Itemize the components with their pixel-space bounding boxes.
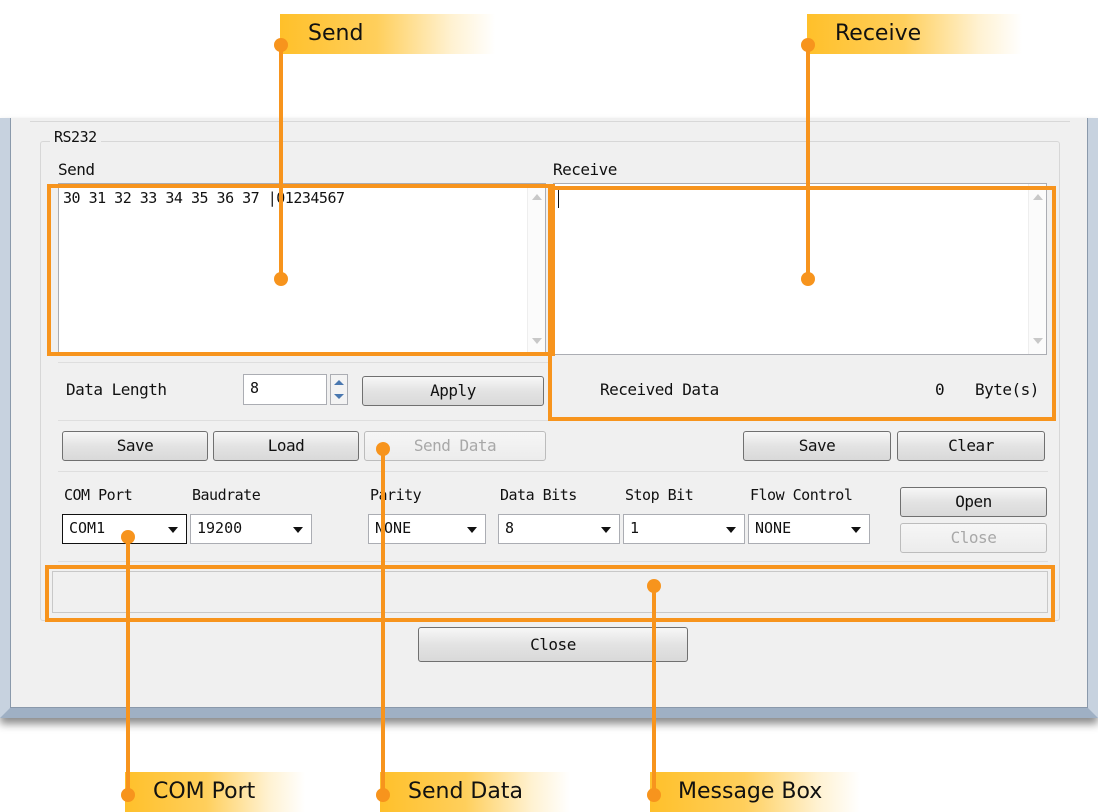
chevron-down-icon bbox=[467, 527, 477, 533]
baudrate-value: 19200 bbox=[197, 519, 243, 537]
receive-annotation-box bbox=[548, 186, 1056, 421]
data-bits-label: Data Bits bbox=[500, 486, 577, 504]
message-box-annotation-line bbox=[652, 586, 656, 795]
apply-button[interactable]: Apply bbox=[362, 376, 544, 406]
com-port-label: COM Port bbox=[64, 486, 133, 504]
data-bits-select[interactable]: 8 bbox=[498, 514, 620, 544]
annotation-dot bbox=[121, 788, 135, 802]
load-button[interactable]: Load bbox=[213, 431, 359, 461]
chevron-down-icon bbox=[293, 527, 303, 533]
flow-control-value: NONE bbox=[755, 519, 792, 537]
send-data-annotation-label: Send Data bbox=[380, 772, 570, 812]
rs232-group-title: RS232 bbox=[50, 128, 101, 146]
send-label: Send bbox=[58, 160, 95, 179]
message-box-annotation-label: Message Box bbox=[650, 772, 860, 812]
clear-button[interactable]: Clear bbox=[897, 431, 1045, 461]
chevron-down-icon bbox=[601, 527, 611, 533]
parity-label: Parity bbox=[370, 486, 422, 504]
send-data-annotation-line bbox=[381, 449, 385, 795]
dialog-close-button[interactable]: Close bbox=[418, 627, 688, 662]
send-data-button[interactable]: Send Data bbox=[364, 431, 546, 461]
receive-save-button[interactable]: Save bbox=[743, 431, 891, 461]
com-port-value: COM1 bbox=[69, 519, 106, 537]
flow-control-select[interactable]: NONE bbox=[748, 514, 870, 544]
message-box-annotation-box bbox=[45, 565, 1055, 622]
annotation-dot bbox=[274, 38, 288, 52]
annotation-dot bbox=[274, 272, 288, 286]
separator bbox=[58, 362, 548, 363]
annotation-dot bbox=[376, 788, 390, 802]
annotation-dot bbox=[121, 530, 135, 544]
chevron-down-icon bbox=[168, 527, 178, 533]
spin-down-icon[interactable] bbox=[334, 394, 344, 399]
receive-label: Receive bbox=[553, 160, 617, 179]
com-port-annotation-line bbox=[126, 537, 130, 795]
parity-select[interactable]: NONE bbox=[368, 514, 486, 544]
separator bbox=[58, 471, 1048, 472]
baudrate-label: Baudrate bbox=[192, 486, 261, 504]
annotation-dot bbox=[801, 38, 815, 52]
chevron-down-icon bbox=[726, 527, 736, 533]
send-annotation-line bbox=[279, 40, 283, 280]
data-length-input[interactable]: 8 bbox=[243, 374, 327, 405]
open-port-button[interactable]: Open bbox=[900, 487, 1047, 517]
data-bits-value: 8 bbox=[505, 519, 515, 537]
close-port-button[interactable]: Close bbox=[900, 523, 1047, 553]
stop-bit-select[interactable]: 1 bbox=[623, 514, 745, 544]
stop-bit-value: 1 bbox=[630, 519, 640, 537]
receive-annotation-line bbox=[806, 40, 810, 280]
baudrate-select[interactable]: 19200 bbox=[190, 514, 312, 544]
send-annotation-box bbox=[47, 184, 555, 356]
receive-annotation-label: Receive bbox=[807, 14, 1022, 54]
flow-control-label: Flow Control bbox=[750, 486, 853, 504]
window-top-divider bbox=[30, 121, 1070, 122]
annotation-dot bbox=[647, 788, 661, 802]
spin-up-icon[interactable] bbox=[334, 380, 344, 385]
send-save-button[interactable]: Save bbox=[62, 431, 208, 461]
annotation-dot bbox=[647, 579, 661, 593]
stop-bit-label: Stop Bit bbox=[625, 486, 694, 504]
chevron-down-icon bbox=[851, 527, 861, 533]
annotation-dot bbox=[376, 442, 390, 456]
annotation-dot bbox=[801, 272, 815, 286]
data-length-label: Data Length bbox=[66, 380, 167, 399]
send-annotation-label: Send bbox=[280, 14, 495, 54]
data-length-spinner[interactable] bbox=[330, 374, 348, 405]
separator bbox=[58, 561, 1048, 562]
com-port-annotation-label: COM Port bbox=[125, 772, 305, 812]
